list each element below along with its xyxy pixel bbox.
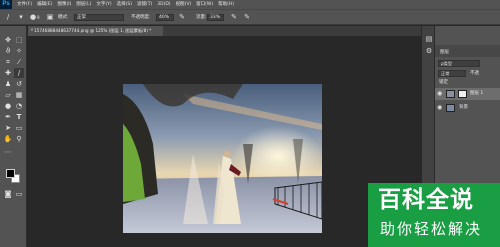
- menu-file[interactable]: 文件(F): [17, 0, 32, 9]
- brush-panel-icon[interactable]: ▣: [46, 13, 54, 21]
- pressure-size-icon[interactable]: ✎: [243, 13, 251, 21]
- watermark-subtitle: 助你轻松解决: [380, 220, 483, 238]
- mode-label: 模式:: [58, 15, 69, 20]
- options-bar: / ▾ ● 9 ▣ 模式: 正常 不透明度: 40% ✎ 流量: 33% ✎ ✎: [0, 9, 500, 25]
- airbrush-icon[interactable]: ✎: [230, 13, 238, 21]
- hand-tool-icon[interactable]: ✋: [3, 134, 13, 144]
- layer-row[interactable]: ◉ 图层 1: [435, 88, 500, 100]
- menu-window[interactable]: 窗口(W): [196, 0, 213, 9]
- zoom-tool-icon[interactable]: ⚲: [14, 134, 24, 144]
- opacity-label: 不透明度:: [131, 15, 151, 20]
- menu-3d[interactable]: 3D(D): [157, 0, 170, 9]
- move-tool-icon[interactable]: ✥: [3, 35, 13, 45]
- eraser-tool-icon[interactable]: ▱: [3, 90, 13, 100]
- brush-tool-icon[interactable]: /: [14, 68, 24, 78]
- visibility-eye-icon[interactable]: ◉: [437, 88, 442, 100]
- watermark-badge: 百科全说 助你轻松解决: [368, 183, 500, 247]
- tab-layers[interactable]: 图层: [440, 49, 449, 55]
- menu-type[interactable]: 文字(Y): [96, 0, 111, 9]
- menu-image[interactable]: 图像(I): [57, 0, 71, 9]
- history-brush-tool-icon[interactable]: ↺: [14, 79, 24, 89]
- watermark-title: 百科全说: [378, 187, 474, 213]
- dodge-tool-icon[interactable]: ◔: [14, 101, 24, 111]
- shape-tool-icon[interactable]: ▭: [14, 123, 24, 133]
- layer-thumbnail: [446, 90, 455, 98]
- document-tab[interactable]: × 15746888448637744.png @ 125% (图层 1, 图层…: [28, 26, 163, 36]
- blur-tool-icon[interactable]: ●: [3, 101, 13, 111]
- document-tab-title: 15746888448637744.png @ 125% (图层 1, 图层蒙板…: [34, 28, 152, 33]
- crop-tool-icon[interactable]: ⌗: [3, 57, 13, 67]
- layer-thumbnail: [446, 104, 455, 112]
- tools-panel: ✥ ⬚ ϑ ✧ ⌗ ⁄ ✚ / ♟ ↺ ▱ ▦ ● ◔ ✒ T ➤ ▭ ✋ ⚲ …: [0, 26, 27, 247]
- brush-size-icon[interactable]: ●: [29, 13, 37, 21]
- quick-select-tool-icon[interactable]: ✧: [14, 46, 24, 56]
- lock-label: 锁定: [439, 80, 448, 85]
- marquee-tool-icon[interactable]: ⬚: [14, 35, 24, 45]
- flow-label: 流量:: [196, 15, 207, 20]
- visibility-eye-icon[interactable]: ◉: [437, 102, 442, 114]
- flow-input[interactable]: 33%: [207, 14, 224, 21]
- layer-name: 背景: [459, 105, 468, 110]
- photoshop-window: Ps 文件(F) 编辑(E) 图像(I) 图层(L) 文字(Y) 选择(S) 滤…: [0, 0, 500, 247]
- clone-stamp-tool-icon[interactable]: ♟: [3, 79, 13, 89]
- properties-panel-icon[interactable]: ⚙: [424, 46, 434, 56]
- path-selection-tool-icon[interactable]: ➤: [3, 123, 13, 133]
- menu-bar: Ps 文件(F) 编辑(E) 图像(I) 图层(L) 文字(Y) 选择(S) 滤…: [0, 0, 500, 9]
- eyedropper-tool-icon[interactable]: ⁄: [14, 57, 24, 67]
- wedding-photo: [123, 84, 322, 233]
- lasso-tool-icon[interactable]: ϑ: [3, 46, 13, 56]
- layer-opacity-label: 不透: [470, 71, 479, 76]
- layer-kind-filter[interactable]: ρ类型: [438, 60, 480, 67]
- foreground-color-swatch[interactable]: [6, 169, 15, 178]
- layer-mask-thumbnail[interactable]: [458, 90, 467, 98]
- healing-brush-tool-icon[interactable]: ✚: [3, 68, 13, 78]
- menu-filter[interactable]: 滤镜(T): [137, 0, 152, 9]
- pressure-opacity-icon[interactable]: ✎: [178, 13, 186, 21]
- screen-mode-icon[interactable]: ▭: [14, 189, 24, 199]
- layer-row[interactable]: ◉ 背景: [435, 102, 500, 114]
- menu-select[interactable]: 选择(S): [117, 0, 132, 9]
- blend-mode-select[interactable]: 正常: [438, 70, 466, 77]
- more-tools-icon[interactable]: ⋯: [3, 147, 13, 157]
- gradient-tool-icon[interactable]: ▦: [14, 90, 24, 100]
- mode-select[interactable]: 正常: [74, 14, 124, 21]
- document-image[interactable]: [123, 84, 322, 233]
- close-tab-icon[interactable]: ×: [30, 26, 34, 36]
- layer-name: 图层 1: [470, 91, 484, 96]
- menu-edit[interactable]: 编辑(E): [37, 0, 52, 9]
- type-tool-icon[interactable]: T: [14, 112, 24, 122]
- pen-tool-icon[interactable]: ✒: [3, 112, 13, 122]
- menu-layer[interactable]: 图层(L): [76, 0, 91, 9]
- ps-logo: Ps: [0, 0, 12, 9]
- history-panel-icon[interactable]: ▤: [424, 34, 434, 44]
- brush-tool-preset-icon[interactable]: /: [4, 13, 12, 21]
- document-tab-bar: × 15746888448637744.png @ 125% (图层 1, 图层…: [28, 26, 421, 36]
- opacity-input[interactable]: 40%: [156, 14, 174, 21]
- menu-view[interactable]: 视图(V): [176, 0, 192, 9]
- menu-help[interactable]: 帮助(H): [218, 0, 234, 9]
- dropdown-arrow-icon[interactable]: ▾: [17, 13, 25, 21]
- brush-size-value: 9: [37, 15, 40, 20]
- canvas-area[interactable]: [28, 36, 421, 247]
- quick-mask-icon[interactable]: ◙: [3, 189, 13, 199]
